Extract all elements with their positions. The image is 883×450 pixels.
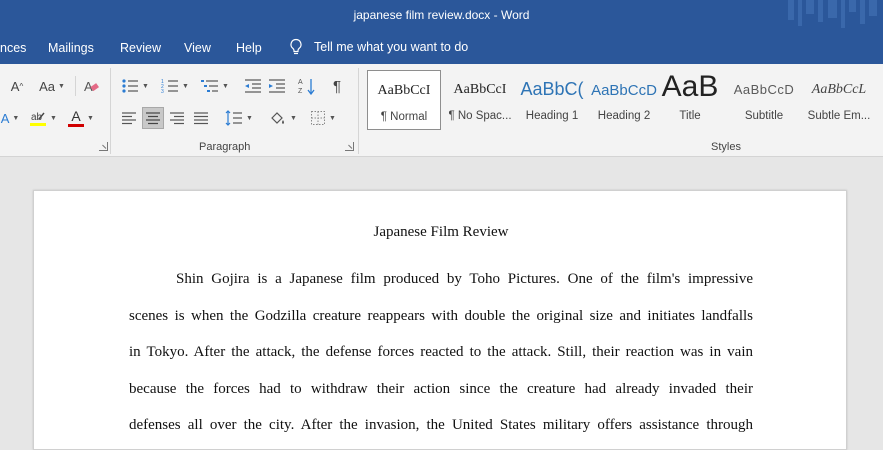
tab-references[interactable]: nces (0, 41, 26, 55)
font-color-label: A (71, 108, 81, 124)
multilevel-list-button[interactable]: ▼ (198, 75, 232, 97)
style-name: ¶ No Spac... (448, 110, 512, 122)
style-no-spacing[interactable]: AaBbCcI ¶ No Spac... (443, 70, 517, 130)
separator (75, 76, 76, 96)
align-right-icon (170, 112, 184, 125)
window-title: japanese film review.docx - Word (353, 8, 530, 22)
highlight-color-bar (30, 123, 47, 126)
document-title: Japanese Film Review (373, 224, 509, 240)
multilevel-list-icon (201, 80, 219, 92)
style-preview: AaBbC( (520, 79, 584, 99)
bullets-icon (122, 79, 139, 93)
highlight-button[interactable]: ab ▼ (27, 107, 59, 129)
svg-text:A: A (298, 79, 303, 86)
sort-icon: AZ (298, 79, 315, 95)
style-heading-1[interactable]: AaBbC( Heading 1 (515, 70, 589, 130)
ribbon: A ^ Aa ▼ A A ▼ ab ▼ A ▼ ▼ 123 ▼ ▼ A Z ¶ … (0, 64, 883, 157)
group-separator (358, 68, 359, 154)
shading-button[interactable]: ▼ (266, 107, 300, 129)
style-title[interactable]: AaB Title (653, 70, 727, 130)
increase-indent-button[interactable] (266, 75, 288, 97)
style-heading-2[interactable]: AaBbCcD Heading 2 (587, 70, 661, 130)
font-dialog-launcher[interactable] (99, 142, 108, 151)
tab-help[interactable]: Help (236, 41, 262, 55)
grow-font-label: A (10, 78, 20, 94)
lightbulb-icon (290, 38, 302, 55)
line-spacing-icon (225, 110, 243, 126)
style-name: Subtle Em... (807, 110, 871, 122)
styles-gallery: AaBbCcI ¶ Normal AaBbCcI ¶ No Spac... Aa… (365, 70, 883, 132)
style-subtitle[interactable]: AaBbCcD Subtitle (727, 70, 801, 130)
paragraph-line: because the forces had to withdraw their… (129, 381, 753, 397)
style-preview: AaBbCcD (733, 82, 795, 97)
title-bar: japanese film review.docx - Word (0, 0, 883, 32)
numbering-button[interactable]: 123 ▼ (158, 75, 192, 97)
decrease-indent-button[interactable] (242, 75, 264, 97)
style-preview: AaBbCcD (591, 82, 657, 99)
style-name: ¶ Normal (380, 111, 428, 123)
sort-button[interactable]: AZ (296, 75, 318, 97)
change-case-label: Aa (39, 78, 55, 94)
style-normal[interactable]: AaBbCcI ¶ Normal (367, 70, 441, 130)
text-effects-icon: A (0, 110, 10, 126)
align-left-icon (122, 112, 136, 125)
borders-button[interactable]: ▼ (306, 107, 340, 129)
title-bar-pattern-icon (788, 0, 877, 28)
tell-me-text: Tell me what you want to do (314, 40, 469, 54)
grow-font-button[interactable]: A ^ (6, 75, 28, 97)
align-right-button[interactable] (166, 107, 188, 129)
svg-text:Z: Z (298, 88, 303, 95)
style-name: Heading 2 (597, 110, 651, 122)
tab-view[interactable]: View (184, 41, 211, 55)
style-name: Subtitle (744, 110, 784, 122)
style-subtle-emphasis[interactable]: AaBbCcL Subtle Em... (799, 70, 879, 130)
style-preview: AaB (661, 70, 719, 103)
paragraph-group-label: Paragraph (199, 141, 251, 153)
line-spacing-button[interactable]: ▼ (222, 107, 256, 129)
tab-review[interactable]: Review (120, 41, 161, 55)
clear-formatting-button[interactable]: A (82, 75, 100, 97)
styles-group-label: Styles (711, 141, 741, 153)
pilcrow-icon: ¶ (332, 77, 342, 95)
paint-bucket-icon (271, 112, 285, 124)
font-color-bar (68, 124, 85, 127)
paragraph-line: in Tokyo. After the attack, the defense … (129, 344, 753, 360)
style-preview: AaBbCcI (377, 83, 431, 98)
numbering-icon: 123 (161, 79, 179, 94)
bullets-button[interactable]: ▼ (118, 75, 152, 97)
justify-button[interactable] (190, 107, 212, 129)
font-color-button[interactable]: A ▼ (64, 107, 98, 129)
paragraph-dialog-launcher[interactable] (345, 142, 354, 151)
highlighter-icon: ab (30, 112, 47, 126)
text-effects-button[interactable]: A ▼ (0, 107, 20, 129)
style-name: Title (679, 110, 701, 122)
paragraph-line: defenses all over the city. After the in… (129, 417, 753, 433)
align-left-button[interactable] (118, 107, 140, 129)
borders-icon (311, 111, 326, 125)
eraser-icon: A (84, 79, 99, 94)
font-color-icon: A (68, 108, 85, 127)
style-preview: AaBbCcI (453, 82, 507, 97)
decrease-indent-icon (245, 79, 261, 93)
change-case-button[interactable]: Aa ▼ (36, 75, 68, 97)
style-preview: AaBbCcL (811, 82, 867, 97)
document-page[interactable]: Japanese Film Review Shin Gojira is a Ja… (33, 190, 847, 450)
document-canvas: Japanese Film Review Shin Gojira is a Ja… (0, 157, 883, 450)
justify-icon (194, 112, 208, 125)
paragraph-line: Shin Gojira is a Japanese film produced … (176, 271, 753, 287)
show-formatting-marks-button[interactable]: ¶ (327, 75, 347, 97)
style-name: Heading 1 (525, 110, 579, 122)
increase-indent-icon (269, 79, 285, 93)
tell-me-search[interactable]: Tell me what you want to do (288, 38, 468, 56)
tab-mailings[interactable]: Mailings (48, 41, 94, 55)
align-center-icon (146, 112, 160, 125)
ribbon-tabs: nces Mailings Review View Help Tell me w… (0, 32, 883, 64)
paragraph-line: scenes is when the Godzilla creature rea… (129, 308, 753, 324)
group-separator (110, 68, 111, 154)
align-center-button[interactable] (142, 107, 164, 129)
svg-text:3: 3 (161, 89, 164, 94)
